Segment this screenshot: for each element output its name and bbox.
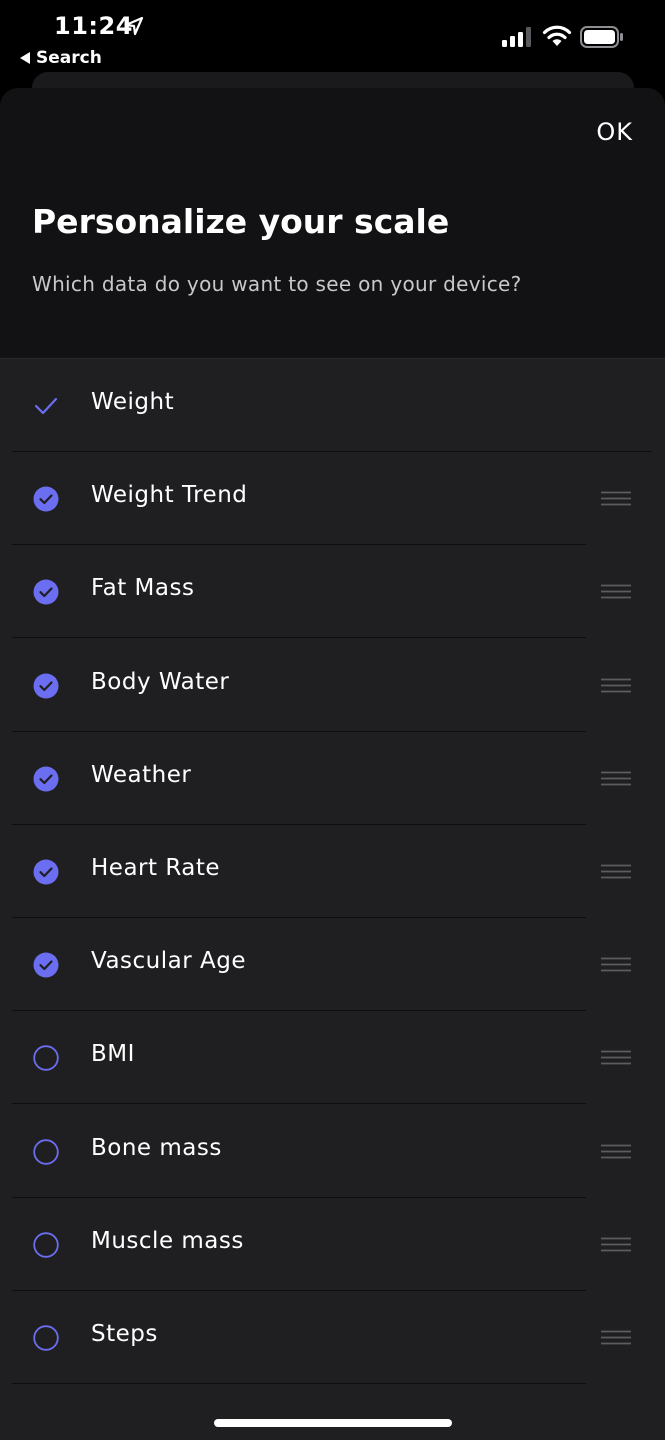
metric-list: Weight Weight Trend Fat Mass Body Water Weat…: [0, 358, 665, 1440]
list-item-label: Steps: [91, 1321, 158, 1347]
location-arrow-icon: [124, 16, 144, 36]
list-item-label: BMI: [91, 1041, 135, 1068]
list-item[interactable]: Vascular Age: [0, 918, 665, 1012]
list-item-label: Weather: [91, 761, 192, 788]
back-to-search-button[interactable]: Search: [20, 48, 102, 68]
checked-circle-icon[interactable]: [33, 486, 59, 512]
list-item[interactable]: Steps: [0, 1291, 665, 1384]
drag-handle-icon[interactable]: [601, 1330, 631, 1346]
checked-circle-icon[interactable]: [33, 952, 59, 978]
drag-handle-icon[interactable]: [601, 1237, 631, 1253]
empty-circle-icon[interactable]: [33, 1045, 59, 1072]
list-item[interactable]: BMI: [0, 1011, 665, 1105]
row-divider: [12, 1383, 586, 1384]
empty-circle-icon[interactable]: [33, 1232, 59, 1258]
list-item-label: Weight: [91, 389, 175, 415]
drag-handle-icon[interactable]: [601, 1050, 631, 1066]
personalize-sheet: OK Personalize your scale Which data do …: [0, 88, 665, 1440]
sheet-subtitle: Which data do you want to see on your de…: [32, 272, 522, 296]
home-indicator: [214, 1419, 452, 1427]
drag-handle-icon[interactable]: [601, 957, 631, 973]
empty-circle-icon[interactable]: [33, 1138, 59, 1165]
screen: 11:24 Search OK Personalize your scale W…: [0, 0, 665, 1440]
list-item[interactable]: Fat Mass: [0, 545, 665, 639]
empty-circle-icon[interactable]: [33, 1325, 59, 1351]
drag-handle-icon[interactable]: [601, 1144, 631, 1160]
list-item-label: Bone mass: [91, 1134, 222, 1161]
back-triangle-icon: [20, 52, 30, 64]
checkmark-icon: [34, 397, 58, 415]
back-to-search-label: Search: [36, 48, 102, 68]
drag-handle-icon[interactable]: [601, 584, 631, 600]
list-item[interactable]: Weather: [0, 732, 665, 825]
list-item[interactable]: Body Water: [0, 639, 665, 732]
list-item[interactable]: Muscle mass: [0, 1198, 665, 1291]
drag-handle-icon[interactable]: [601, 771, 631, 787]
checked-circle-icon[interactable]: [33, 859, 59, 885]
list-item-label: Fat Mass: [91, 575, 195, 602]
list-item[interactable]: Heart Rate: [0, 825, 665, 918]
status-time: 11:24: [54, 12, 133, 40]
checked-circle-icon[interactable]: [33, 673, 59, 699]
list-item-label: Body Water: [91, 668, 230, 695]
battery-icon: [580, 26, 623, 48]
list-item-label: Vascular Age: [91, 948, 246, 975]
sheet-title: Personalize your scale: [32, 202, 450, 241]
drag-handle-icon[interactable]: [601, 678, 631, 694]
list-item-label: Muscle mass: [91, 1227, 244, 1254]
checked-circle-icon[interactable]: [33, 579, 59, 605]
list-item-label: Weight Trend: [91, 482, 248, 509]
checked-circle-icon[interactable]: [33, 766, 59, 792]
wifi-icon: [542, 25, 572, 46]
drag-handle-icon[interactable]: [601, 491, 631, 507]
ok-button[interactable]: OK: [596, 118, 633, 146]
drag-handle-icon[interactable]: [601, 864, 631, 880]
cellular-signal-icon: [502, 27, 531, 47]
list-item[interactable]: Bone mass: [0, 1105, 665, 1198]
list-item[interactable]: Weight: [0, 359, 665, 452]
list-item-label: Heart Rate: [91, 855, 221, 881]
list-item[interactable]: Weight Trend: [0, 452, 665, 546]
